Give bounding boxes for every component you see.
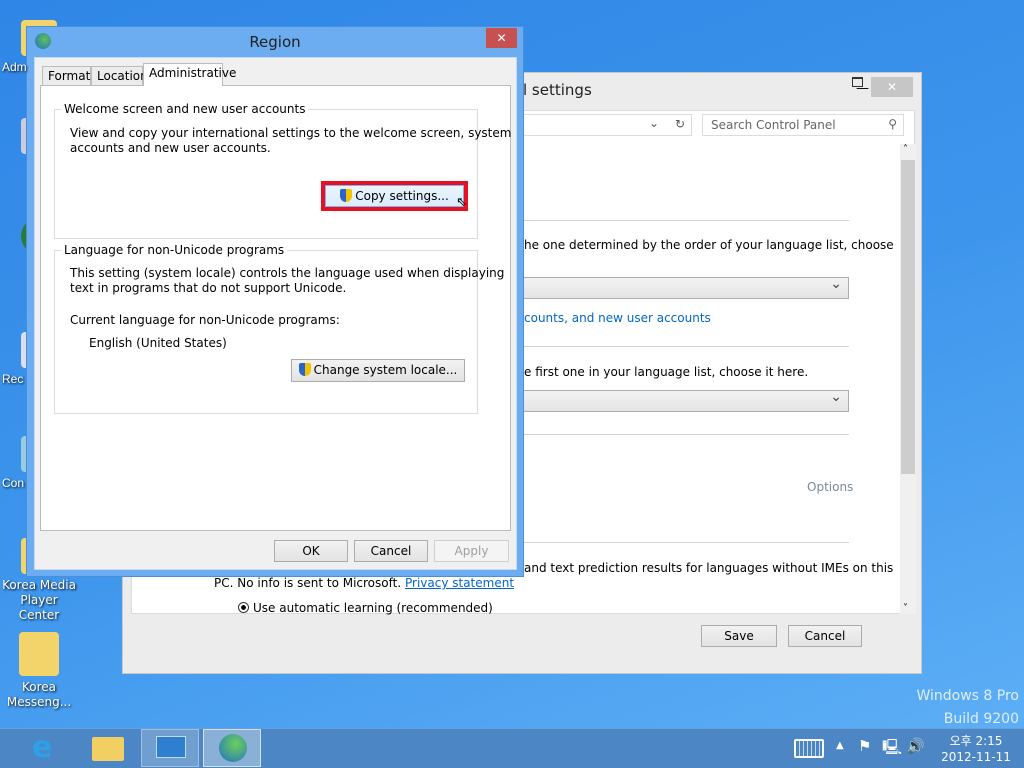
chevron-down-icon[interactable]: ⌄ xyxy=(649,116,659,130)
current-locale-value: English (United States) xyxy=(89,336,227,350)
touch-keyboard-icon[interactable] xyxy=(794,739,824,758)
apply-settings-link[interactable]: counts, and new user accounts xyxy=(524,311,711,325)
welcome-screen-group: Welcome screen and new user accounts Vie… xyxy=(54,102,511,239)
taskbar-region[interactable] xyxy=(203,729,261,767)
dialog-title: Region xyxy=(249,33,301,51)
globe-clock-icon xyxy=(219,734,247,762)
refresh-icon[interactable]: ↻ xyxy=(675,117,685,131)
tab-location[interactable]: Location xyxy=(91,66,148,86)
taskbar-internet-explorer[interactable]: e xyxy=(18,729,74,767)
mouse-cursor-icon: ⇖ xyxy=(456,195,467,210)
dialog-cancel-button[interactable]: Cancel xyxy=(354,540,428,562)
copy-settings-button[interactable]: Copy settings... xyxy=(325,185,464,207)
tab-administrative[interactable]: Administrative xyxy=(143,63,236,86)
search-input[interactable]: Search Control Panel ⚲ xyxy=(702,114,904,136)
save-button[interactable]: Save xyxy=(701,625,777,647)
window-title: l settings xyxy=(523,81,592,99)
control-panel-icon xyxy=(156,736,186,758)
radio-selected-icon xyxy=(238,602,249,613)
close-button[interactable]: ✕ xyxy=(871,77,913,97)
clock-date: 2012-11-11 xyxy=(941,750,1011,764)
change-system-locale-button[interactable]: Change system locale... xyxy=(291,359,465,382)
tab-formats[interactable]: Formats xyxy=(42,66,97,86)
folder-shortcut-icon xyxy=(19,632,59,676)
privacy-statement-link[interactable]: Privacy statement xyxy=(405,576,514,590)
volume-icon[interactable]: 🔊 xyxy=(906,737,925,755)
cancel-button[interactable]: Cancel xyxy=(788,625,862,647)
scroll-down-icon[interactable]: ˅ xyxy=(903,603,908,614)
scrollbar-thumb[interactable] xyxy=(901,160,915,474)
display-language-dropdown[interactable] xyxy=(511,276,849,299)
file-explorer-icon xyxy=(92,737,124,761)
clock-time: 오후 2:15 xyxy=(949,734,1003,748)
tab-panel: Welcome screen and new user accounts Vie… xyxy=(40,85,511,531)
automatic-learning-radio[interactable]: Use automatic learning (recommended) xyxy=(238,601,493,615)
scroll-up-icon[interactable]: ˄ xyxy=(903,144,908,155)
scrollbar[interactable]: ˄ ˅ xyxy=(900,144,916,614)
windows-watermark: Windows 8 Pro Build 9200 xyxy=(916,688,1019,727)
network-icon[interactable]: 🖳 xyxy=(882,737,902,762)
input-method-dropdown[interactable] xyxy=(511,389,849,412)
search-icon: ⚲ xyxy=(888,117,897,131)
maximize-button[interactable] xyxy=(852,77,863,87)
close-button[interactable]: ✕ xyxy=(486,28,517,48)
taskbar-control-panel[interactable] xyxy=(141,729,199,767)
apply-button[interactable]: Apply xyxy=(434,540,509,562)
clock[interactable]: 오후 2:15 2012-11-11 xyxy=(936,733,1016,765)
show-hidden-icons-button[interactable]: ▲ xyxy=(836,740,844,751)
non-unicode-group: Language for non-Unicode programs This s… xyxy=(54,243,504,414)
taskbar-file-explorer[interactable] xyxy=(80,729,136,767)
action-center-flag-icon[interactable]: ⚑ xyxy=(858,737,871,755)
internet-explorer-icon: e xyxy=(32,730,53,765)
ok-button[interactable]: OK xyxy=(274,540,348,562)
uac-shield-icon xyxy=(298,363,311,376)
uac-shield-icon xyxy=(340,189,353,202)
options-link[interactable]: Options xyxy=(807,480,853,494)
desktop-icon-korea-messenger[interactable]: Korea Messeng... xyxy=(0,632,78,710)
